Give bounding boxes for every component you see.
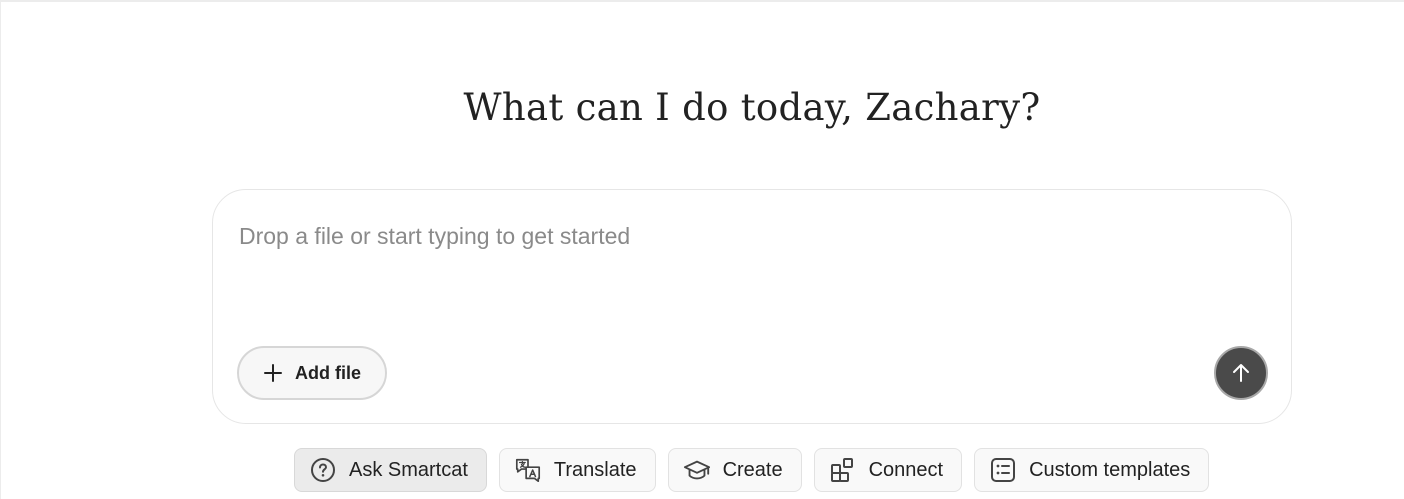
chip-label: Connect <box>868 458 944 481</box>
quick-actions: Ask Smartcat Translate Create Connect Cu… <box>294 448 1210 492</box>
prompt-composer: Add file <box>212 189 1292 424</box>
prompt-input[interactable] <box>239 218 1239 254</box>
plus-icon <box>263 363 283 383</box>
chip-connect[interactable]: Connect <box>813 448 963 492</box>
chip-label: Translate <box>553 458 637 481</box>
chip-label: Create <box>722 458 783 481</box>
chip-label: Ask Smartcat <box>349 458 468 481</box>
page-title: What can I do today, Zachary? <box>463 86 1041 129</box>
blocks-icon <box>829 456 857 484</box>
page: What can I do today, Zachary? Add file <box>0 0 1404 499</box>
question-circle-icon <box>309 456 337 484</box>
chip-custom-templates[interactable]: Custom templates <box>974 448 1210 492</box>
add-file-label: Add file <box>295 362 361 383</box>
chip-ask-smartcat[interactable]: Ask Smartcat <box>294 448 487 492</box>
arrow-up-icon <box>1229 361 1253 385</box>
graduation-cap-icon <box>683 456 711 484</box>
chip-label: Custom templates <box>1029 458 1191 481</box>
translate-icon <box>514 456 542 484</box>
add-file-button[interactable]: Add file <box>237 346 387 400</box>
send-button[interactable] <box>1214 346 1268 400</box>
left-divider <box>0 2 1 499</box>
chip-translate[interactable]: Translate <box>498 448 656 492</box>
list-template-icon <box>989 456 1017 484</box>
chip-create[interactable]: Create <box>667 448 802 492</box>
